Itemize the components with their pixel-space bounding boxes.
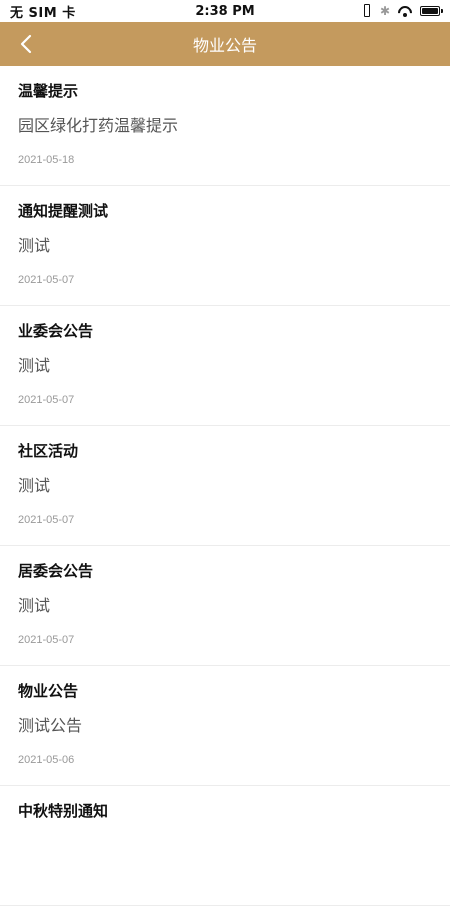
notice-date: 2021-05-18 <box>18 154 75 166</box>
notice-date: 2021-05-07 <box>18 634 75 646</box>
notice-title: 物业公告 <box>18 682 79 700</box>
notice-summary: 测试 <box>18 476 51 495</box>
page-title: 物业公告 <box>192 36 257 55</box>
notice-item[interactable]: 社区活动 测试 2021-05-07 <box>0 426 450 546</box>
wifi-icon <box>398 5 412 17</box>
notice-title: 中秋特别通知 <box>18 802 109 820</box>
chevron-left-icon <box>20 34 32 54</box>
notice-item[interactable]: 居委会公告 测试 2021-05-07 <box>0 546 450 666</box>
notice-item[interactable]: 中秋特别通知 <box>0 786 450 906</box>
notice-list: 温馨提示 园区绿化打药温馨提示 2021-05-18 通知提醒测试 测试 202… <box>0 66 450 906</box>
notice-item[interactable]: 通知提醒测试 测试 2021-05-07 <box>0 186 450 306</box>
notice-date: 2021-05-07 <box>18 274 75 286</box>
back-button[interactable] <box>6 22 46 66</box>
notice-item[interactable]: 温馨提示 园区绿化打药温馨提示 2021-05-18 <box>0 66 450 186</box>
notice-summary: 测试 <box>18 596 51 615</box>
notice-date: 2021-05-07 <box>18 514 75 526</box>
nav-bar: 物业公告 <box>0 22 450 66</box>
notice-date: 2021-05-06 <box>18 754 75 766</box>
notice-summary: 测试 <box>18 356 51 375</box>
notice-date: 2021-05-07 <box>18 394 75 406</box>
status-bar: 无 SIM 卡 2:38 PM ✱ <box>0 0 450 22</box>
carrier-label: 无 SIM 卡 <box>10 5 76 21</box>
notice-summary: 测试 <box>18 236 51 255</box>
notice-title: 居委会公告 <box>18 562 94 580</box>
notice-item[interactable]: 业委会公告 测试 2021-05-07 <box>0 306 450 426</box>
vibrate-icon <box>362 4 372 18</box>
notice-title: 社区活动 <box>18 442 79 460</box>
notice-summary: 园区绿化打药温馨提示 <box>18 116 179 135</box>
battery-icon <box>420 6 443 16</box>
notice-title: 业委会公告 <box>18 322 94 340</box>
notice-summary: 测试公告 <box>18 716 83 735</box>
status-icons: ✱ <box>362 4 443 18</box>
bluetooth-icon: ✱ <box>379 4 390 18</box>
notice-title: 温馨提示 <box>18 82 79 100</box>
notice-item[interactable]: 物业公告 测试公告 2021-05-06 <box>0 666 450 786</box>
notice-title: 通知提醒测试 <box>18 202 109 220</box>
